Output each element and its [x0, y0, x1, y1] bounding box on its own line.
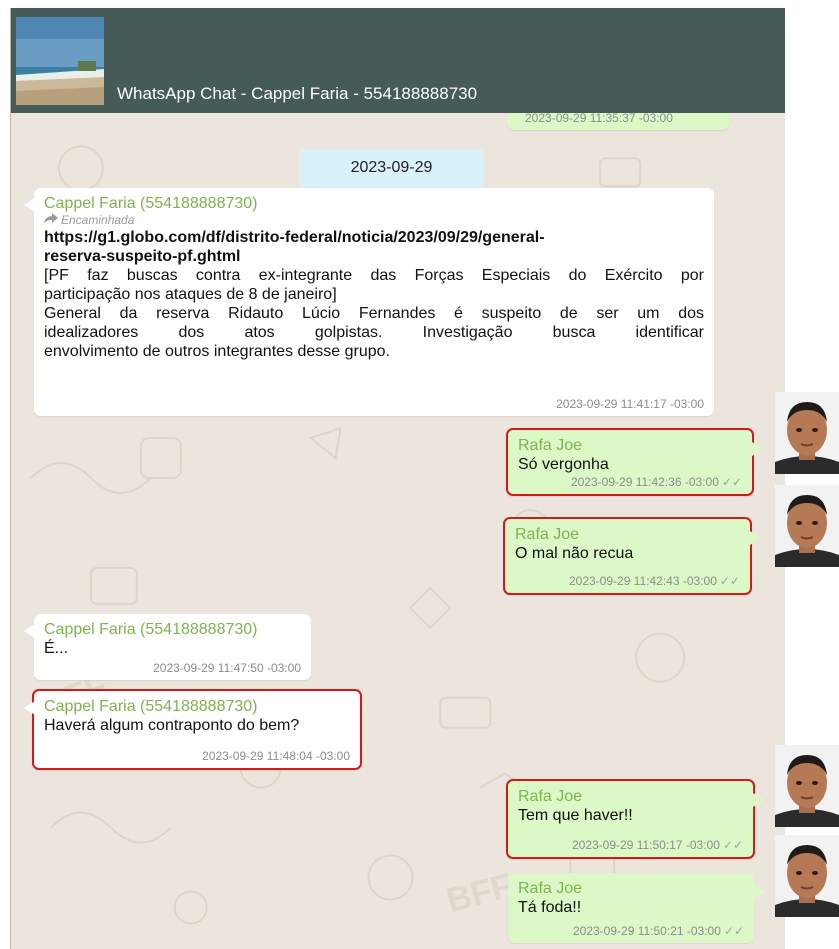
message-timestamp: 2023-09-29 11:47:50 -03:00	[153, 661, 301, 675]
forwarded-label: Encaminhada	[61, 213, 135, 227]
message-text: Tem que haver!!	[518, 807, 633, 824]
message-sender: Cappel Faria (554188888730)	[44, 698, 258, 715]
message-timestamp: 2023-09-29 11:41:17 -03:00	[556, 397, 704, 411]
message-meta: 2023-09-29 11:50:17 -03:00 ✓✓	[572, 837, 743, 853]
message-text: Só vergonha	[518, 456, 609, 473]
avatar[interactable]	[775, 485, 839, 567]
message-sender: Cappel Faria (554188888730)	[44, 195, 258, 212]
read-receipt-icon: ✓✓	[721, 475, 742, 489]
profile-photo-icon	[775, 835, 839, 917]
profile-photo-icon	[775, 745, 839, 827]
avatar[interactable]	[775, 835, 839, 917]
link-preview-title: [PF faz buscas contra ex-integrante das …	[44, 267, 704, 303]
message-sender: Rafa Joe	[518, 880, 583, 897]
profile-photo-icon	[775, 392, 839, 474]
chat-frame: BFF BFF WhatsApp Chat - Cappel Faria - 5…	[10, 8, 785, 949]
message-timestamp: 2023-09-29 11:42:36 -03:00	[570, 475, 719, 489]
message-meta: 2023-09-29 11:47:50 -03:00	[153, 660, 301, 676]
message-meta: 2023-09-29 11:42:43 -03:00 ✓✓	[569, 573, 740, 589]
message-bubble-outgoing[interactable]: Rafa Joe Tá foda!! 2023-09-29 11:50:21 -…	[508, 873, 765, 943]
avatar[interactable]	[775, 392, 839, 474]
message-meta: 2023-09-29 11:48:04 -03:00	[202, 748, 350, 764]
forward-arrow-icon	[44, 213, 58, 228]
profile-photo-icon	[775, 485, 839, 567]
message-timestamp: 2023-09-29 11:42:43 -03:00	[568, 574, 717, 588]
message-bubble-outgoing[interactable]: Rafa Joe Tem que haver!! 2023-09-29 11:5…	[506, 779, 764, 859]
message-meta: 2023-09-29 11:50:21 -03:00 ✓✓	[573, 923, 744, 939]
forwarded-indicator: Encaminhada	[44, 213, 704, 228]
avatar[interactable]	[775, 745, 839, 827]
chat-title-overlay: WhatsApp Chat - Cappel Faria - 554188888…	[117, 84, 478, 103]
message-timestamp: 2023-09-29 11:50:21 -03:00	[572, 924, 721, 938]
read-receipt-icon: ✓✓	[719, 574, 740, 588]
date-separator: 2023-09-29	[299, 149, 484, 187]
svg-text:BFF: BFF	[443, 866, 517, 920]
message-sender: Rafa Joe	[518, 788, 583, 805]
message-bubble-incoming[interactable]: Cappel Faria (554188888730) É... 2023-09…	[24, 614, 311, 680]
read-receipt-icon: ✓✓	[722, 838, 743, 852]
message-timestamp: 2023-09-29 11:50:17 -03:00	[571, 838, 720, 852]
message-sender: Rafa Joe	[518, 437, 583, 454]
message-text: Haverá algum contraponto do bem?	[44, 717, 300, 734]
message-bubble-forwarded[interactable]: Cappel Faria (554188888730) Encaminhada …	[24, 188, 714, 416]
message-text: O mal não recua	[515, 545, 634, 562]
message-text: É...	[44, 640, 69, 657]
message-text: Tá foda!!	[518, 899, 582, 916]
message-sender: Cappel Faria (554188888730)	[44, 621, 258, 638]
message-bubble-incoming[interactable]: Cappel Faria (554188888730) Haverá algum…	[24, 689, 362, 770]
message-sender: Rafa Joe	[515, 526, 580, 543]
message-meta: 2023-09-29 11:41:17 -03:00	[556, 396, 704, 412]
message-bubble-outgoing[interactable]: Rafa Joe Só vergonha 2023-09-29 11:42:36…	[506, 428, 763, 496]
message-link[interactable]: https://g1.globo.com/df/distrito-federal…	[44, 228, 704, 266]
message-timestamp: 2023-09-29 11:48:04 -03:00	[202, 749, 350, 763]
read-receipt-icon: ✓✓	[723, 924, 744, 938]
message-bubble-outgoing[interactable]: Rafa Joe O mal não recua 2023-09-29 11:4…	[503, 517, 761, 595]
message-meta: 2023-09-29 11:42:36 -03:00 ✓✓	[571, 474, 742, 490]
link-preview-description: General da reserva Ridauto Lúcio Fernand…	[44, 305, 704, 360]
